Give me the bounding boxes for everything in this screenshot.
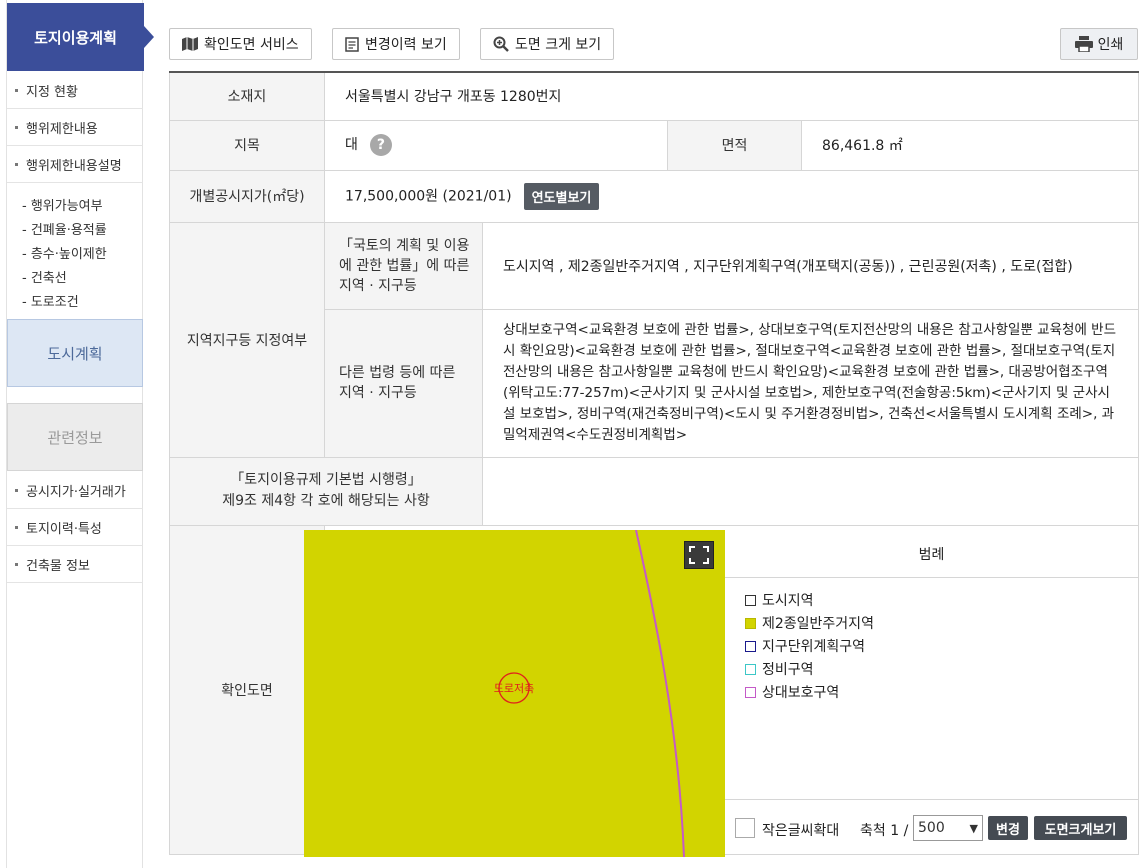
zone-law2-label: 다른 법령 등에 따른 지역 · 지구등 <box>324 308 483 458</box>
legend-item: 도시지역 <box>745 590 814 610</box>
chevron-down-icon: ▼ <box>969 821 978 835</box>
sidebar-related-info[interactable]: 관련정보 <box>7 403 143 471</box>
parcel-marker-label: 도로저촉 <box>494 682 534 695</box>
legend-title: 범례 <box>725 530 1138 578</box>
sidebar-sub-height[interactable]: - 층수·높이제한 <box>22 243 107 262</box>
price-value: 17,500,000원 (2021/01) <box>345 188 512 204</box>
yearly-view-button[interactable]: 연도별보기 <box>523 182 600 210</box>
sidebar-item-status[interactable]: 지정 현황 <box>7 72 143 109</box>
sidebar-sub-permitted[interactable]: - 행위가능여부 <box>22 195 103 214</box>
help-icon[interactable]: ? <box>369 134 392 156</box>
sidebar-item-land-price[interactable]: 공시지가·실거래가 <box>7 472 143 509</box>
legend-label: 정비구역 <box>762 662 814 678</box>
enforcement-value <box>481 456 1140 526</box>
big-map-button[interactable]: 도면크게보기 <box>1034 816 1127 840</box>
scale-select[interactable]: 500 ▼ <box>913 815 983 841</box>
sidebar-item-building[interactable]: 건축물 정보 <box>7 546 143 583</box>
legend-swatch <box>745 686 756 698</box>
map-canvas: 도로저촉 <box>494 530 685 857</box>
category-cell: 대? <box>324 119 668 171</box>
sidebar-item-restrictions[interactable]: 행위제한내용 <box>7 109 143 146</box>
bullet-icon <box>15 488 18 492</box>
category-label: 지목 <box>169 119 325 171</box>
price-cell: 17,500,000원 (2021/01) 연도별보기 <box>323 169 1140 223</box>
price-label: 개별공시지가(㎡당) <box>169 169 325 223</box>
zone-law2-value: 상대보호구역<교육환경 보호에 관한 법률>, 상대보호구역(토지전산망의 내용… <box>481 308 1140 458</box>
legend-label: 지구단위계획구역 <box>762 639 866 655</box>
legend-swatch <box>745 640 756 652</box>
legend-swatch <box>745 594 756 606</box>
area-value: 86,461.8 ㎡ <box>800 119 1140 171</box>
scale-label: 축척 1 / <box>860 823 909 839</box>
legend-label: 상대보호구역 <box>762 685 840 701</box>
land-use-map[interactable]: 도로저촉 <box>304 530 725 857</box>
area-label: 면적 <box>667 119 802 171</box>
legend-label: 제2종일반주거지역 <box>762 616 874 632</box>
bullet-icon <box>15 162 18 166</box>
category-value: 대 <box>345 137 358 153</box>
sidebar-active-arrow <box>144 26 154 48</box>
print-button[interactable]: 인쇄 <box>1060 28 1138 60</box>
change-scale-button[interactable]: 변경 <box>988 816 1028 840</box>
bullet-icon <box>15 125 18 129</box>
legend-label: 도시지역 <box>762 593 814 609</box>
sidebar: 토지이용계획 지정 현황 행위제한내용 행위제한내용설명 - 행위가능여부 - … <box>6 0 154 868</box>
location-value: 서울특별시 강남구 개포동 1280번지 <box>323 71 1140 121</box>
enforcement-label: 「토지이용규제 기본법 시행령」 제9조 제4항 각 호에 해당되는 사항 <box>169 456 483 526</box>
sidebar-city-plan[interactable]: 도시계획 <box>7 319 143 387</box>
zone-label: 지역지구등 지정여부 <box>169 221 325 458</box>
sidebar-sub-building-line[interactable]: - 건축선 <box>22 267 67 286</box>
confirm-map-service-button[interactable]: 확인도면 서비스 <box>169 28 312 60</box>
map-label: 확인도면 <box>169 524 325 855</box>
document-icon <box>345 36 359 52</box>
sidebar-sub-road[interactable]: - 도로조건 <box>22 291 79 310</box>
zone-law1-label: 「국토의 계획 및 이용에 관한 법률」에 따른 지역 · 지구등 <box>324 221 483 310</box>
small-text-enlarge-label: 작은글씨확대 <box>762 823 840 839</box>
change-history-button[interactable]: 변경이력 보기 <box>332 28 460 60</box>
sidebar-item-restriction-desc[interactable]: 행위제한내용설명 <box>7 146 143 183</box>
sidebar-title[interactable]: 토지이용계획 <box>7 3 144 71</box>
bullet-icon <box>15 525 18 529</box>
zoom-map-button[interactable]: 도면 크게 보기 <box>480 28 615 60</box>
map-icon <box>182 37 198 51</box>
legend-item: 지구단위계획구역 <box>745 636 865 656</box>
fullscreen-icon[interactable] <box>684 541 714 569</box>
bullet-icon <box>15 88 18 92</box>
sidebar-item-land-history[interactable]: 토지이력·특성 <box>7 509 143 546</box>
small-text-enlarge-checkbox[interactable] <box>735 818 755 838</box>
zoom-in-icon <box>493 36 509 52</box>
legend-item: 상대보호구역 <box>745 682 839 702</box>
bullet-icon <box>15 562 18 566</box>
legend-swatch <box>745 617 756 629</box>
legend-item: 정비구역 <box>745 659 814 679</box>
sidebar-sub-coverage[interactable]: - 건폐율·용적률 <box>22 219 107 238</box>
printer-icon <box>1074 36 1093 52</box>
location-label: 소재지 <box>169 71 325 121</box>
legend-swatch <box>745 663 756 675</box>
legend-item: 제2종일반주거지역 <box>745 613 874 633</box>
zone-law1-value: 도시지역 , 제2종일반주거지역 , 지구단위계획구역(개포택지(공동)) , … <box>481 221 1140 310</box>
